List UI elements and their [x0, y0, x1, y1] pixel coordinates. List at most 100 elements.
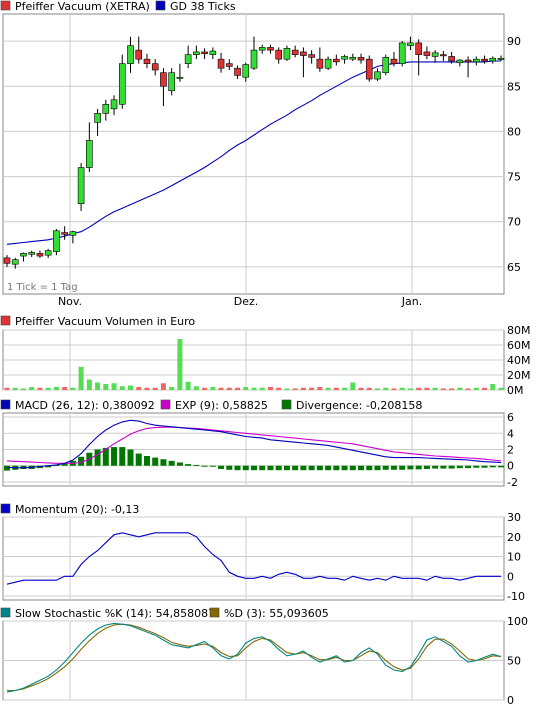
gd-legend-swatch	[155, 0, 166, 11]
divergence-bar	[267, 465, 274, 471]
candle-up	[102, 104, 110, 114]
candle-down	[415, 42, 422, 55]
volume-bar	[136, 387, 142, 390]
divergence-bar	[456, 465, 463, 469]
divergence-bar	[185, 464, 192, 466]
divergence-bar	[366, 465, 373, 471]
y-tick-label: 0	[507, 460, 514, 473]
volume-bar	[498, 387, 504, 390]
divergence-legend-label: Divergence: -0,208158	[296, 399, 422, 412]
volume-bar	[424, 387, 430, 390]
candle-up	[69, 231, 77, 236]
volume-bar	[86, 379, 92, 390]
divergence-bar	[4, 465, 10, 471]
volume-bar	[482, 387, 488, 390]
volume-bar	[449, 388, 455, 390]
volume-bar	[350, 382, 356, 390]
volume-bar	[317, 387, 323, 390]
volume-bar	[103, 384, 109, 390]
candle-down	[275, 49, 283, 60]
divergence-bar	[390, 465, 397, 470]
candle-down	[481, 58, 488, 62]
divergence-bar	[127, 449, 134, 466]
volume-bar	[375, 388, 380, 390]
y-tick-label: 85	[507, 80, 521, 93]
y-tick-label: 65	[507, 261, 521, 274]
volume-bar	[62, 387, 68, 390]
divergence-bar	[308, 465, 315, 471]
divergence-bar	[432, 465, 439, 469]
tick-note: 1 Tick = 1 Tag	[7, 282, 78, 293]
y-tick-label: 4	[507, 427, 514, 440]
volume-bar	[144, 387, 150, 390]
volume-legend-swatch	[0, 315, 11, 326]
volume-bar	[185, 381, 191, 390]
divergence-bar	[119, 447, 126, 466]
y-tick-label: 40M	[507, 354, 531, 367]
volume-bar	[440, 388, 446, 390]
divergence-legend-swatch	[281, 399, 292, 410]
volume-bar	[276, 387, 282, 390]
candle-up	[176, 76, 184, 79]
y-tick-label: 0	[507, 570, 514, 583]
divergence-bar	[489, 465, 496, 468]
divergence-bar	[193, 464, 200, 466]
volume-bar	[284, 388, 290, 390]
volume-bar	[243, 387, 249, 390]
y-tick-label: 10	[507, 551, 521, 564]
candle-up	[258, 47, 266, 51]
volume-bar	[366, 387, 372, 390]
stoch-k-legend-label: Slow Stochastic %K (14): 54,858087	[15, 607, 215, 620]
candle-up	[127, 45, 134, 64]
candle-down	[201, 51, 208, 55]
divergence-bar	[333, 465, 340, 471]
candle-down	[151, 63, 159, 71]
exp-legend-label: EXP (9): 0,58825	[175, 399, 268, 412]
volume-bar	[251, 387, 257, 390]
candle-up	[209, 50, 217, 55]
stock-chart: Pfeiffer Vacuum (XETRA) GD 38 Ticks 65 70…	[0, 0, 531, 707]
candle-up	[168, 72, 175, 92]
candle-up	[77, 167, 85, 204]
volume-bar	[309, 387, 315, 390]
candle-up	[242, 64, 250, 78]
divergence-bar	[283, 465, 290, 471]
candle-up	[497, 57, 505, 60]
y-tick-label: 6	[507, 411, 514, 424]
volume-bar	[267, 387, 273, 390]
volume-bar	[12, 387, 18, 390]
y-tick-label: 75	[507, 171, 521, 184]
momentum-panel: Momentum (20): -0,13 -10 0 10 20 30	[0, 503, 525, 603]
divergence-bar	[111, 447, 118, 466]
macd-legend-label: MACD (26, 12): 0,380092	[15, 399, 155, 412]
candle-up	[341, 56, 348, 60]
volume-bar	[235, 387, 241, 390]
volume-bar	[218, 387, 224, 390]
volume-bar	[210, 387, 216, 390]
candle-up	[110, 99, 118, 110]
y-tick-label: 20M	[507, 369, 531, 382]
candle-up	[407, 42, 414, 46]
candle-up	[349, 57, 357, 60]
candle-down	[226, 63, 233, 67]
candle-down	[308, 54, 315, 58]
y-tick-label: -10	[507, 590, 525, 603]
divergence-bar	[160, 459, 167, 466]
volume-bar	[432, 387, 438, 390]
volume-bar	[407, 388, 413, 390]
y-tick-label: 50	[507, 655, 521, 668]
divergence-bar	[152, 457, 159, 466]
volume-bar	[300, 387, 306, 390]
y-tick-label: 80M	[507, 324, 531, 337]
divergence-bar	[440, 465, 447, 469]
divergence-bar	[415, 465, 422, 470]
divergence-bar	[259, 465, 266, 471]
volume-bar	[399, 387, 405, 390]
divergence-bar	[448, 465, 455, 469]
volume-bar	[128, 385, 133, 390]
volume-bar	[29, 387, 35, 390]
volume-bar	[37, 387, 43, 390]
price-legend-label: Pfeiffer Vacuum (XETRA)	[15, 0, 150, 13]
volume-legend-label: Pfeiffer Vacuum Volumen in Euro	[15, 315, 195, 328]
divergence-bar	[275, 465, 282, 471]
